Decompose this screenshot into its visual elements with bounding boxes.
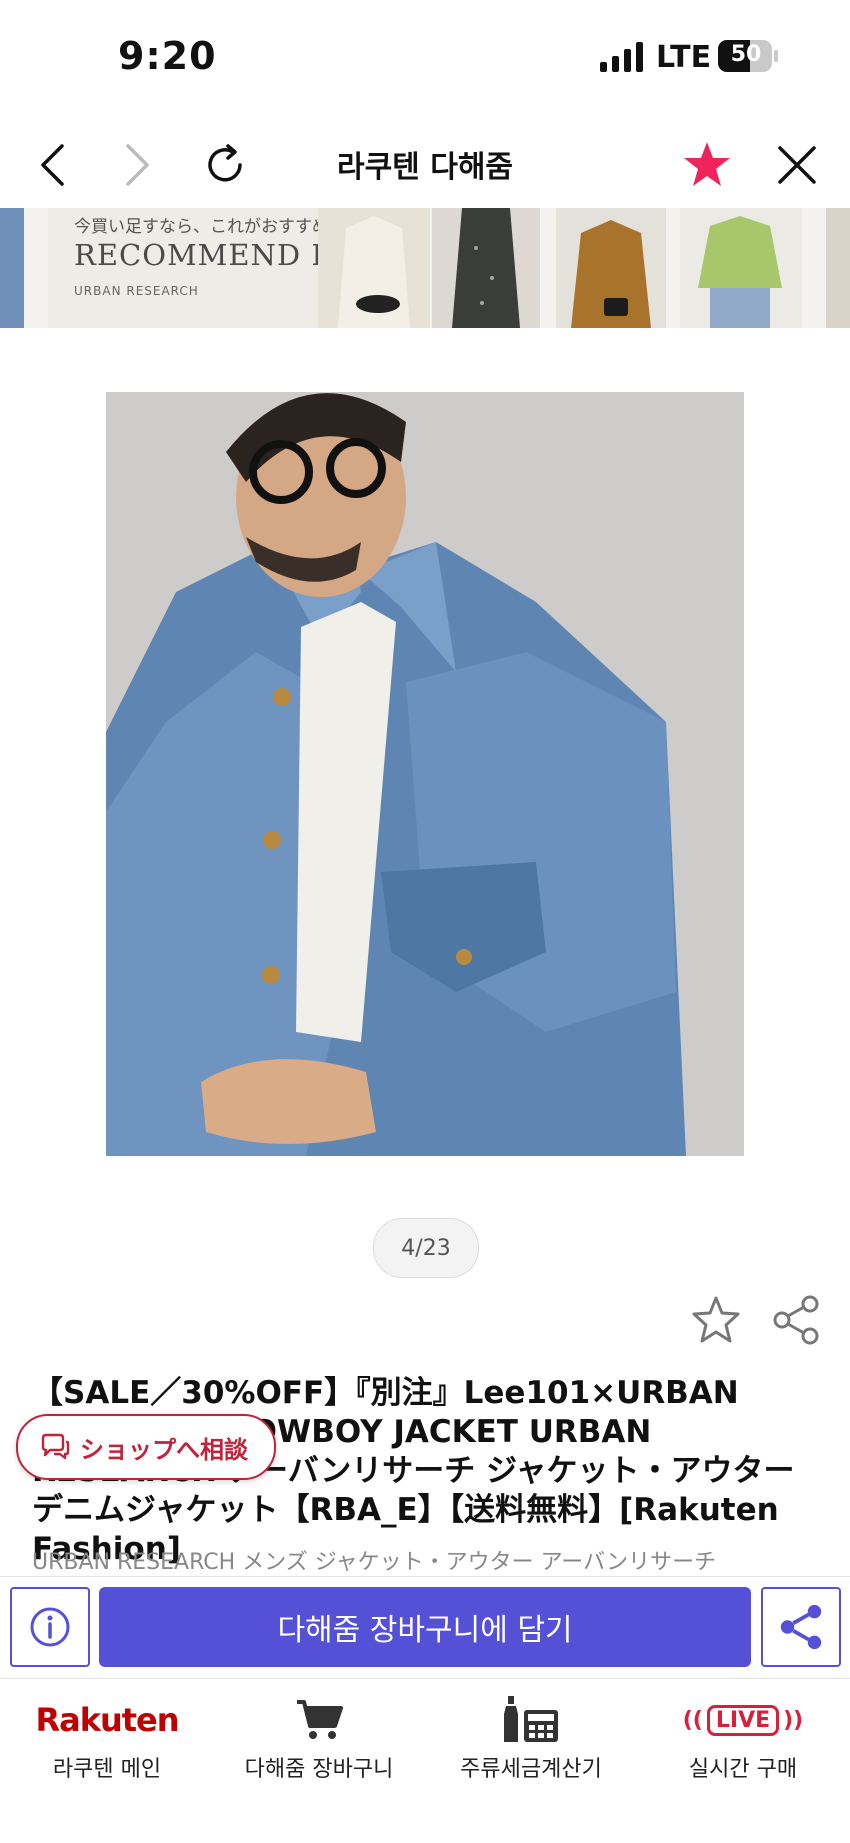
cart-icon [214,1693,424,1747]
share-icon[interactable] [770,1294,822,1346]
product-category-line: URBAN RESEARCH メンズ ジャケット・アウター アーバンリサーチ [32,1550,717,1575]
signal-icon [600,42,643,72]
add-to-cart-button[interactable]: 다해줌 장바구니에 담기 [99,1587,751,1667]
chat-bubble-icon [41,1433,70,1460]
bottle-calculator-icon [426,1693,636,1747]
close-icon[interactable] [770,138,824,192]
bottom-tab-bar: Rakuten 라쿠텐 메인 다해줌 장바구니 주류세금계산기 ((LIVE … [0,1678,850,1843]
tab-label: 라쿠텐 메인 [52,1757,162,1782]
banner-sweater-image [680,208,802,328]
tab-live-purchase[interactable]: (( LIVE )) 실시간 구매 [638,1693,848,1793]
banner-subtitle: 今買い足すなら、これがおすすめ！ [74,217,346,237]
banner-next-thumb [826,208,850,328]
battery-level: 50 [730,42,762,67]
tab-liquor-tax-calculator[interactable]: 주류세금계산기 [426,1693,636,1793]
denim-jacket-photo [106,392,744,1156]
network-type: LTE [656,40,712,75]
tab-cart[interactable]: 다해줌 장바구니 [214,1693,424,1793]
recommend-banner[interactable]: 今買い足すなら、これがおすすめ！ RECOMMEND ITEM URBAN RE… [0,208,850,328]
status-bar: 9:20 LTE 50 [0,0,850,110]
live-badge-icon: (( LIVE )) [638,1693,848,1747]
shop-consult-label: ショップへ相談 [80,1435,248,1464]
banner-denim-thumb [0,208,24,328]
tab-label: 주류세금계산기 [460,1757,602,1782]
banner-dress-image [432,208,540,328]
info-icon [30,1607,70,1647]
info-button[interactable] [10,1587,90,1667]
status-time: 9:20 [118,34,217,78]
banner-cardigan-image [318,208,430,328]
favorite-star-icon[interactable] [680,138,734,192]
tab-rakuten-main[interactable]: Rakuten 라쿠텐 메인 [2,1693,212,1793]
image-counter: 4/23 [373,1218,479,1278]
share-button[interactable] [761,1587,841,1667]
tab-label: 실시간 구매 [688,1757,798,1782]
product-image[interactable] [106,392,744,1156]
banner-brand: URBAN RESEARCH [74,284,199,298]
share-icon [780,1604,822,1650]
shop-consult-button[interactable]: ショップへ相談 [16,1414,276,1480]
banner-jacket-image [556,208,666,328]
action-bar: 다해줌 장바구니에 담기 [0,1576,850,1677]
browser-nav-bar: 라쿠텐 다해줌 [0,120,850,210]
rakuten-logo-icon: Rakuten [35,1701,179,1739]
tab-label: 다해줌 장바구니 [244,1757,394,1782]
favorite-outline-icon[interactable] [690,1294,742,1346]
